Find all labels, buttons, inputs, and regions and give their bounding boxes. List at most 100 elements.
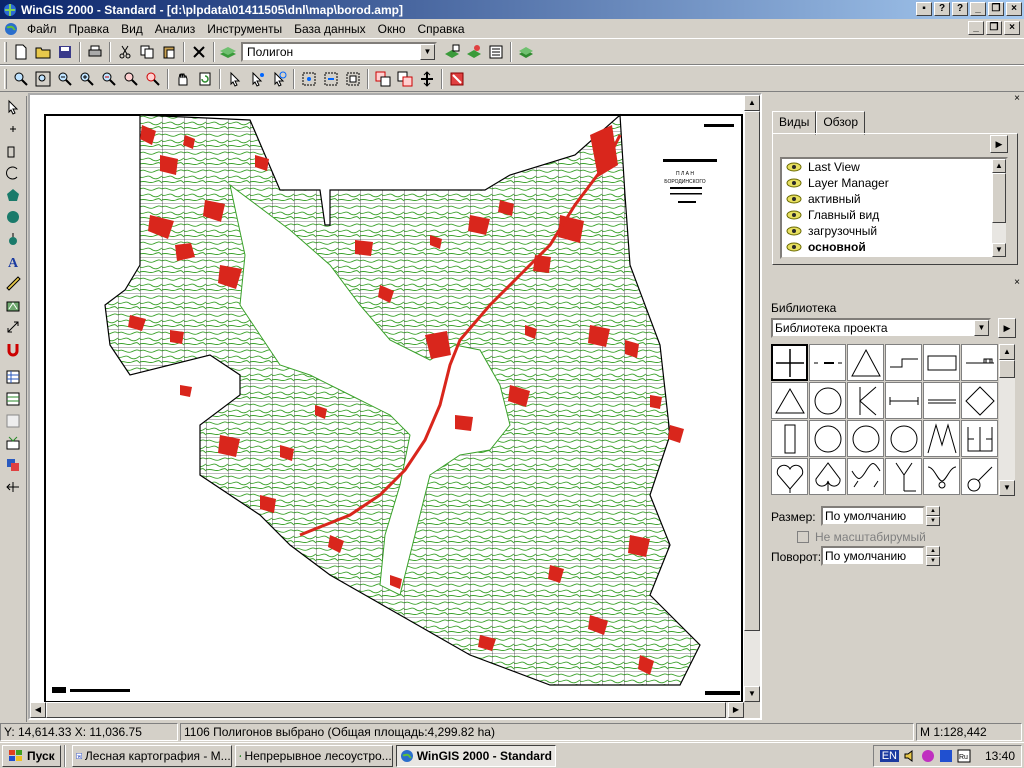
deselect-icon[interactable]: [320, 68, 342, 90]
symbol-v-curve[interactable]: [923, 458, 960, 495]
no-scale-checkbox[interactable]: [797, 531, 809, 543]
menu-database[interactable]: База данных: [288, 22, 371, 36]
symbol-diamond[interactable]: [961, 382, 998, 419]
symbol-fork[interactable]: [885, 458, 922, 495]
scroll-up-icon[interactable]: ▲: [992, 159, 1006, 173]
map-canvas[interactable]: П Л А Н БОРОДИНСКОГО: [30, 95, 744, 702]
symbol-tool-icon[interactable]: [1, 228, 25, 250]
scroll-down-icon[interactable]: ▼: [744, 686, 760, 702]
symbol-rectangle[interactable]: [923, 344, 960, 381]
table-tool-icon[interactable]: [1, 388, 25, 410]
transform-icon[interactable]: [416, 68, 438, 90]
menu-tools[interactable]: Инструменты: [201, 22, 288, 36]
print-icon[interactable]: [84, 41, 106, 63]
language-indicator[interactable]: EN: [879, 749, 899, 762]
refresh-icon[interactable]: [194, 68, 216, 90]
taskbar-item-word[interactable]: W Лесная картография - М...: [71, 744, 232, 767]
tab-views[interactable]: Виды: [772, 111, 817, 135]
pointer-tool-icon[interactable]: [1, 96, 25, 118]
circle-tool-icon[interactable]: [1, 206, 25, 228]
symbol-circle-2[interactable]: [809, 420, 846, 457]
zoom-all-icon[interactable]: [54, 68, 76, 90]
symbol-cross[interactable]: [771, 344, 808, 381]
views-list-scrollbar[interactable]: ▲ ▼: [992, 159, 1006, 257]
arc-tool-icon[interactable]: [1, 162, 25, 184]
delete-icon[interactable]: [188, 41, 210, 63]
polyline-tool-icon[interactable]: [1, 140, 25, 162]
select-rect-icon[interactable]: [342, 68, 364, 90]
context-help-icon[interactable]: ?: [952, 2, 968, 16]
list-item[interactable]: активный: [782, 191, 1006, 207]
menu-window[interactable]: Окно: [372, 22, 412, 36]
tray-app-icon[interactable]: [921, 749, 935, 763]
symbol-grid-scrollbar[interactable]: ▲ ▼: [999, 344, 1015, 496]
help-icon[interactable]: ?: [934, 2, 950, 16]
symbol-circle-4[interactable]: [885, 420, 922, 457]
save-icon[interactable]: [54, 41, 76, 63]
scroll-up-icon[interactable]: ▲: [999, 344, 1015, 360]
measure-tool-icon[interactable]: [1, 272, 25, 294]
map-horizontal-scrollbar[interactable]: ◀ ▶: [30, 702, 744, 718]
scroll-left-icon[interactable]: ◀: [30, 702, 46, 718]
layer-properties-icon[interactable]: [441, 41, 463, 63]
snap-tool-icon[interactable]: [1, 338, 25, 360]
zoom-window-icon[interactable]: [32, 68, 54, 90]
split-tool-icon[interactable]: [1, 476, 25, 498]
join-tool-icon[interactable]: [1, 432, 25, 454]
open-icon[interactable]: [32, 41, 54, 63]
select-point-icon[interactable]: [298, 68, 320, 90]
tray-blue-icon[interactable]: [939, 749, 953, 763]
menu-edit[interactable]: Правка: [63, 22, 116, 36]
scroll-down-icon[interactable]: ▼: [999, 480, 1015, 496]
select-arrow-icon[interactable]: [224, 68, 246, 90]
tab-overview[interactable]: Обзор: [816, 111, 866, 135]
horizontal-scroll-thumb[interactable]: [46, 702, 726, 718]
zoom-icon[interactable]: [10, 68, 32, 90]
symbol-m-shape[interactable]: [923, 420, 960, 457]
size-field[interactable]: По умолчанию: [821, 506, 925, 526]
chevron-down-icon[interactable]: ▼: [974, 320, 989, 336]
polygon-tool-icon[interactable]: [1, 184, 25, 206]
symbol-k[interactable]: [847, 382, 884, 419]
zoom-selection-icon[interactable]: [120, 68, 142, 90]
restore-button[interactable]: ❐: [988, 2, 1004, 16]
mdi-restore-button[interactable]: ❐: [986, 21, 1002, 35]
minimize-button[interactable]: _: [970, 2, 986, 16]
views-panel-close-icon[interactable]: ×: [1014, 93, 1020, 104]
vertical-scroll-thumb[interactable]: [744, 111, 760, 631]
symbol-circle[interactable]: [809, 382, 846, 419]
symbol-triangle-outline[interactable]: [771, 382, 808, 419]
symbol-double-line[interactable]: [923, 382, 960, 419]
mdi-minimize-button[interactable]: _: [968, 21, 984, 35]
image-tool-icon[interactable]: [1, 294, 25, 316]
symbol-spade-tree[interactable]: [809, 458, 846, 495]
text-tool-icon[interactable]: A: [1, 250, 25, 272]
list-item[interactable]: Last View: [782, 159, 1006, 175]
layer-green-icon[interactable]: [515, 41, 537, 63]
start-button[interactable]: Пуск: [2, 744, 61, 767]
paste-icon[interactable]: [158, 41, 180, 63]
list-scroll-thumb[interactable]: [992, 173, 1006, 223]
symbol-circle-3[interactable]: [847, 420, 884, 457]
menu-analysis[interactable]: Анализ: [149, 22, 202, 36]
map-vertical-scrollbar[interactable]: ▲ ▼: [744, 95, 760, 702]
speaker-icon[interactable]: [903, 749, 917, 763]
database-tool-icon[interactable]: [1, 366, 25, 388]
symbol-box-divider[interactable]: [961, 420, 998, 457]
symbol-step-line[interactable]: [885, 344, 922, 381]
views-list[interactable]: Last View Layer Manager активный Главный…: [780, 157, 1008, 259]
document-globe-icon[interactable]: [3, 21, 19, 37]
symbol-dimension-line[interactable]: [885, 382, 922, 419]
list-item[interactable]: загрузочный: [782, 223, 1006, 239]
zoom-out-icon[interactable]: [98, 68, 120, 90]
symbol-triangle[interactable]: [847, 344, 884, 381]
rotation-spinner[interactable]: ▲ ▼: [926, 546, 940, 566]
copy-object-icon[interactable]: [372, 68, 394, 90]
symbol-note[interactable]: [961, 458, 998, 495]
scroll-down-icon[interactable]: ▼: [992, 243, 1006, 257]
overlay-tool-icon[interactable]: [1, 454, 25, 476]
move-object-icon[interactable]: [394, 68, 416, 90]
cut-icon[interactable]: [114, 41, 136, 63]
taskbar-item-wingis[interactable]: WinGIS 2000 - Standard: [395, 744, 556, 767]
scroll-up-icon[interactable]: ▲: [744, 95, 760, 111]
